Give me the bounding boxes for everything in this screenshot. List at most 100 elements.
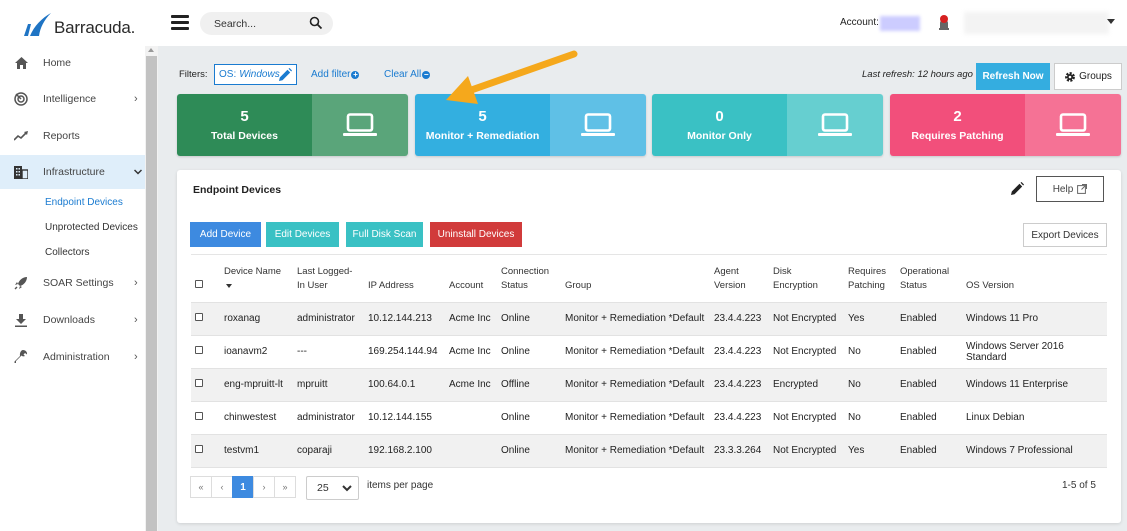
first-page-button[interactable]: « [190, 476, 212, 498]
sidebar-subitem-collectors[interactable]: Collectors [45, 247, 89, 258]
uninstall-devices-button[interactable]: Uninstall Devices [430, 222, 522, 247]
menu-toggle-button[interactable] [171, 15, 189, 30]
filters-label: Filters: [179, 69, 208, 80]
add-filter-link[interactable]: Add filter + [311, 69, 360, 80]
column-header-device-name[interactable]: Device Name [220, 255, 293, 303]
column-header-connection-status[interactable]: Connection Status [497, 255, 561, 303]
sidebar-item-administration[interactable]: Administration › [0, 340, 145, 374]
top-bar: Barracuda. Search... Account: [0, 0, 1127, 46]
prev-page-button[interactable]: ‹ [211, 476, 233, 498]
barracuda-logo[interactable]: Barracuda. [22, 12, 135, 38]
card-total-devices[interactable]: 5 Total Devices [177, 94, 408, 156]
column-header-group[interactable]: Group [561, 255, 710, 303]
cell-account: Acme Inc [445, 335, 497, 369]
cell-agent-version: 23.4.4.223 [710, 368, 769, 402]
notification-bell-icon[interactable] [937, 14, 951, 32]
sidebar-item-reports[interactable]: Reports [0, 119, 145, 153]
sidebar-item-home[interactable]: Home [0, 46, 145, 80]
minus-circle-icon: − [422, 69, 431, 79]
column-header-last-user[interactable]: Last Logged- In User [293, 255, 364, 303]
sidebar-item-soar-settings[interactable]: SOAR Settings › [0, 266, 145, 300]
cell-os-version: Linux Debian [962, 401, 1107, 435]
card-monitor-remediation[interactable]: 5 Monitor + Remediation [415, 94, 646, 156]
cell-disk-encryption: Not Encrypted [769, 401, 844, 435]
cell-disk-encryption: Not Encrypted [769, 335, 844, 369]
clear-all-link[interactable]: Clear All − [384, 69, 431, 80]
cell-ip-address: 100.64.0.1 [364, 368, 445, 402]
card-label: Total Devices [211, 130, 278, 142]
column-header-os-version[interactable]: OS Version [962, 255, 1107, 303]
pagination: « ‹ 1 › » [190, 476, 296, 498]
next-page-button[interactable]: › [253, 476, 275, 498]
table-row[interactable]: chinwestest administrator 10.12.144.155 Onl… [191, 401, 1107, 435]
cell-agent-version: 23.4.4.223 [710, 302, 769, 336]
items-per-page-select[interactable]: 25 [306, 476, 359, 500]
card-right [787, 94, 883, 156]
search-input[interactable]: Search... [200, 12, 333, 35]
header-line: Patching [848, 279, 885, 291]
select-all-cell [191, 255, 220, 303]
cell-device-name: roxanag [220, 302, 293, 336]
panel-title: Endpoint Devices [193, 184, 282, 196]
card-right [1025, 94, 1121, 156]
column-header-requires-patching[interactable]: Requires Patching [844, 255, 896, 303]
sidebar-item-downloads[interactable]: Downloads › [0, 303, 145, 337]
user-menu-caret-icon[interactable] [1107, 19, 1115, 24]
sidebar-subitem-unprotected-devices[interactable]: Unprotected Devices [45, 222, 138, 233]
add-filter-label: Add filter [311, 69, 351, 80]
trend-icon [13, 128, 29, 144]
header-line: Disk [773, 265, 792, 277]
table-row[interactable]: testvm1 coparaji 192.168.2.100 Online Monito… [191, 434, 1107, 468]
table-row[interactable]: eng-mpruitt-lt mpruitt 100.64.0.1 Acme Inc O… [191, 368, 1107, 402]
laptop-icon [581, 113, 615, 136]
refresh-now-button[interactable]: Refresh Now [976, 63, 1050, 90]
add-device-button[interactable]: Add Device [190, 222, 261, 247]
sidebar-scrollbar[interactable] [145, 46, 158, 531]
cell-device-name: chinwestest [220, 401, 293, 435]
row-checkbox[interactable] [195, 445, 203, 453]
select-all-checkbox[interactable] [195, 279, 203, 288]
column-header-operational-status[interactable]: Operational Status [896, 255, 962, 303]
search-icon[interactable] [309, 16, 323, 30]
chevron-down-icon [342, 485, 352, 492]
scrollbar-thumb[interactable] [146, 56, 157, 531]
card-left: 2 Requires Patching [890, 94, 1025, 156]
account-selector[interactable] [880, 16, 920, 31]
page-1-button[interactable]: 1 [232, 476, 254, 498]
user-menu[interactable] [964, 12, 1109, 34]
export-devices-button[interactable]: Export Devices [1023, 223, 1107, 247]
card-requires-patching[interactable]: 2 Requires Patching [890, 94, 1121, 156]
sidebar-item-intelligence[interactable]: Intelligence › [0, 82, 145, 116]
full-disk-scan-button[interactable]: Full Disk Scan [346, 222, 423, 247]
home-icon [13, 55, 29, 71]
table-row[interactable]: ioanavm2 --- 169.254.144.94 Acme Inc Online M… [191, 335, 1107, 369]
cell-connection-status: Online [497, 401, 561, 435]
table-row[interactable]: roxanag administrator 10.12.144.213 Acme In… [191, 302, 1107, 336]
header-line: Encryption [773, 279, 818, 291]
column-header-ip-address[interactable]: IP Address [364, 255, 445, 303]
row-select-cell [191, 335, 220, 369]
edit-pencil-icon[interactable] [279, 68, 292, 81]
last-page-button[interactable]: » [274, 476, 296, 498]
scroll-up-arrow-icon[interactable] [148, 48, 154, 52]
cell-agent-version: 23.4.4.223 [710, 401, 769, 435]
sidebar-item-infrastructure[interactable]: Infrastructure [0, 155, 145, 189]
os-filter-chip[interactable]: OS: Windows [214, 64, 297, 85]
column-header-disk-encryption[interactable]: Disk Encryption [769, 255, 844, 303]
edit-devices-button[interactable]: Edit Devices [266, 222, 339, 247]
help-button[interactable]: Help [1036, 176, 1104, 202]
edit-pencil-icon[interactable] [1011, 182, 1024, 195]
card-monitor-only[interactable]: 0 Monitor Only [652, 94, 883, 156]
sidebar-subitem-endpoint-devices[interactable]: Endpoint Devices [45, 197, 123, 208]
column-header-account[interactable]: Account [445, 255, 497, 303]
row-checkbox[interactable] [195, 346, 203, 354]
row-checkbox[interactable] [195, 412, 203, 420]
column-header-agent-version[interactable]: Agent Version [710, 255, 769, 303]
brand-name: Barracuda. [54, 18, 136, 37]
devices-table: Device Name Last Logged- In User IP Addre… [191, 255, 1107, 468]
row-checkbox[interactable] [195, 379, 203, 387]
header-line: Version [714, 279, 746, 291]
sidebar-item-label: Infrastructure [43, 166, 105, 178]
groups-button[interactable]: Groups [1054, 63, 1122, 90]
row-checkbox[interactable] [195, 313, 203, 321]
